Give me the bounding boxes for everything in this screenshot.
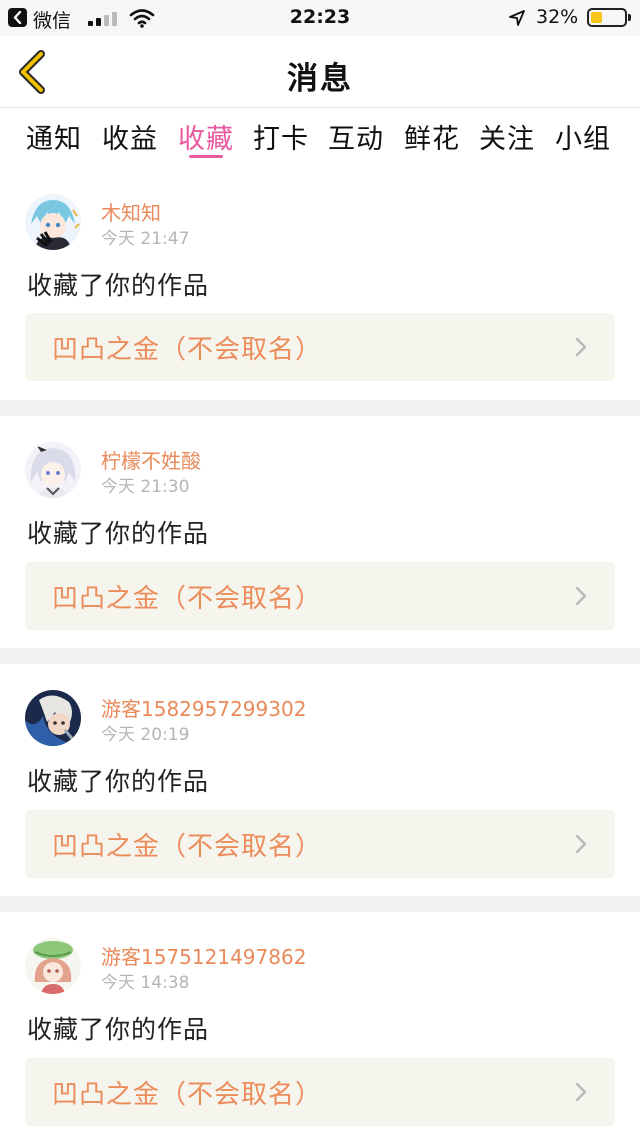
avatar[interactable] [25, 690, 81, 746]
divider [0, 896, 640, 912]
chevron-right-icon [575, 1082, 587, 1102]
tab-favorites[interactable]: 收藏 [174, 117, 238, 156]
username[interactable]: 游客1582957299302 [101, 693, 306, 722]
tab-follow[interactable]: 关注 [475, 117, 539, 156]
work-title: 凹凸之金（不会取名） [52, 335, 323, 365]
timestamp: 今天 20:19 [101, 725, 190, 745]
divider [0, 648, 640, 664]
action-text: 收藏了你的作品 [27, 767, 210, 796]
battery-percent: 32% [536, 6, 579, 28]
page-title: 消息 [287, 61, 353, 97]
tab-bar: 通知 收益 收藏 打卡 互动 鲜花 关注 小组 [0, 109, 640, 165]
avatar[interactable] [25, 194, 81, 250]
username[interactable]: 木知知 [101, 197, 161, 226]
tab-notification[interactable]: 通知 [22, 117, 86, 156]
nav-bar: 消息 [0, 36, 640, 108]
location-arrow-icon [509, 10, 525, 26]
timestamp: 今天 21:30 [101, 477, 190, 497]
action-text: 收藏了你的作品 [27, 1015, 210, 1044]
work-link[interactable]: 凹凸之金（不会取名） [25, 313, 615, 381]
action-text: 收藏了你的作品 [27, 519, 210, 548]
list-item: 游客1582957299302 今天 20:19 收藏了你的作品 凹凸之金（不会… [0, 664, 640, 898]
username[interactable]: 游客1575121497862 [101, 941, 306, 970]
tab-groups[interactable]: 小组 [551, 117, 615, 156]
chevron-right-icon [575, 834, 587, 854]
work-link[interactable]: 凹凸之金（不会取名） [25, 1058, 615, 1126]
tab-flowers[interactable]: 鲜花 [400, 117, 464, 156]
work-link[interactable]: 凹凸之金（不会取名） [25, 562, 615, 630]
chevron-right-icon [575, 337, 587, 357]
work-title: 凹凸之金（不会取名） [52, 1080, 323, 1110]
status-bar: 微信 22:23 32% [0, 0, 640, 36]
action-text: 收藏了你的作品 [27, 271, 210, 300]
tab-interaction[interactable]: 互动 [324, 117, 388, 156]
work-title: 凹凸之金（不会取名） [52, 584, 323, 614]
list-item: 游客1575121497862 今天 14:38 收藏了你的作品 凹凸之金（不会… [0, 912, 640, 1139]
timestamp: 今天 14:38 [101, 973, 190, 993]
tab-earnings[interactable]: 收益 [98, 117, 162, 156]
list-item: 柠檬不姓酸 今天 21:30 收藏了你的作品 凹凸之金（不会取名） [0, 416, 640, 650]
chevron-right-icon [575, 586, 587, 606]
battery-cap [628, 14, 631, 21]
work-link[interactable]: 凹凸之金（不会取名） [25, 810, 615, 878]
tab-checkin[interactable]: 打卡 [249, 117, 313, 156]
work-title: 凹凸之金（不会取名） [52, 832, 323, 862]
username[interactable]: 柠檬不姓酸 [101, 445, 201, 474]
battery-icon [587, 8, 627, 27]
list-item: 木知知 今天 21:47 收藏了你的作品 凹凸之金（不会取名） [0, 166, 640, 400]
active-tab-indicator [189, 155, 223, 158]
divider [0, 400, 640, 416]
avatar[interactable] [25, 442, 81, 498]
timestamp: 今天 21:47 [101, 229, 190, 249]
avatar[interactable] [25, 938, 81, 994]
